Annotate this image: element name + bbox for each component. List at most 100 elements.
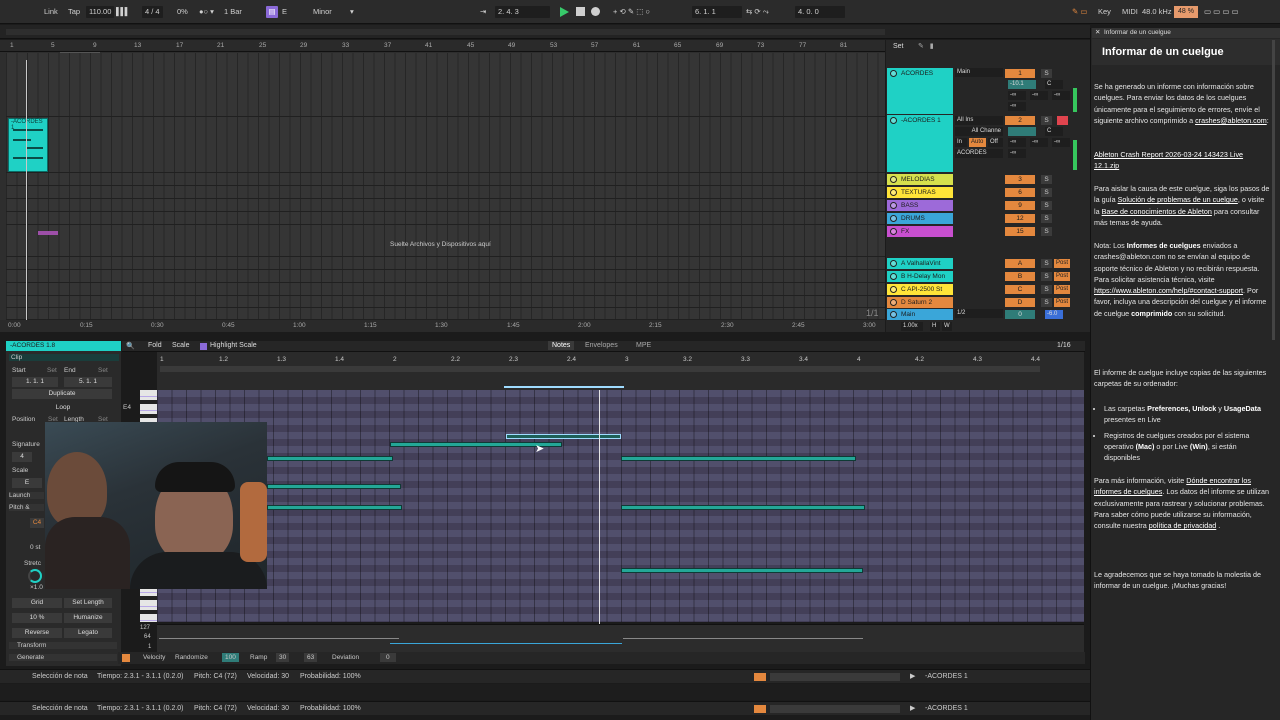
tab-envelopes[interactable]: Envelopes — [585, 342, 618, 349]
end-set[interactable]: Set — [98, 367, 108, 374]
launch-section[interactable]: Launch — [9, 492, 44, 499]
troubleshoot-link[interactable]: Solución de problemas de un cuelgue — [1118, 195, 1238, 204]
signature-field[interactable]: 4 — [12, 452, 32, 462]
track-number[interactable]: 1 — [1005, 69, 1035, 78]
metronome-icon[interactable]: ▌▌▌ — [116, 6, 130, 18]
crash-file-link[interactable]: Ableton Crash Report 2026-03-24 143423 L… — [1094, 149, 1270, 172]
midi-note[interactable] — [621, 568, 863, 573]
solo-button[interactable]: S — [1041, 285, 1052, 294]
tab-notes[interactable]: Notes — [548, 341, 575, 350]
arrangement-ruler[interactable]: 1 5 9 13 17 21 25 29 33 37 41 45 49 53 5… — [0, 40, 885, 52]
end-field[interactable]: 5. 1. 1 — [64, 377, 112, 387]
transpose-field[interactable]: 0 st — [30, 544, 40, 551]
track-header-acordes-1[interactable]: -ACORDES 1 — [887, 115, 953, 172]
scale-dropdown[interactable]: Minor — [313, 6, 332, 18]
volume-field[interactable] — [1008, 127, 1036, 136]
track-header-fx[interactable]: FX — [887, 226, 953, 237]
main-cue[interactable]: 0 — [1005, 310, 1035, 319]
fx-clip[interactable] — [38, 231, 58, 235]
privacy-link[interactable]: política de privacidad — [1149, 521, 1217, 530]
send-a[interactable]: -∞ — [1008, 91, 1026, 100]
track-letter[interactable]: C — [1005, 285, 1035, 294]
overview-strip[interactable] — [0, 25, 1090, 39]
main-output[interactable]: 1/2 — [955, 309, 1003, 318]
send-d[interactable]: -∞ — [1008, 102, 1026, 111]
loop-toggle[interactable]: Loop — [48, 403, 78, 413]
track-number[interactable]: 12 — [1005, 214, 1035, 223]
generate-section[interactable]: Generate — [9, 654, 117, 661]
track-header-melodias[interactable]: MELODIAS — [887, 174, 953, 185]
track-number[interactable]: 6 — [1005, 188, 1035, 197]
track-number[interactable]: 9 — [1005, 201, 1035, 210]
track-letter[interactable]: B — [1005, 272, 1035, 281]
deviation-field[interactable]: 0 — [380, 653, 396, 662]
midi-note[interactable] — [621, 505, 865, 510]
midi-note-selected[interactable] — [506, 434, 621, 439]
route-dropdown[interactable]: Main — [955, 68, 1003, 77]
editor-ruler[interactable]: 1 1.2 1.3 1.4 2 2.2 2.3 2.4 3 3.2 3.3 3.… — [157, 352, 1084, 390]
humanize-amount[interactable]: 10 % — [12, 613, 62, 623]
loop-icon[interactable]: ⇆ ⟳ ⤳ — [746, 6, 769, 18]
midi-note[interactable] — [621, 456, 856, 461]
overdub-icons[interactable]: + ⟲ ✎ ⬚ ○ — [613, 6, 650, 18]
solo-button[interactable]: S — [1041, 298, 1052, 307]
post-button[interactable]: Post — [1054, 259, 1070, 268]
tempo-field[interactable]: 110.00 — [86, 6, 115, 18]
velocity-lane[interactable] — [157, 624, 1084, 652]
arrangement-clip[interactable]: -ACORDES 1 — [8, 118, 48, 172]
solo-button[interactable]: S — [1041, 272, 1052, 281]
duplicate-button[interactable]: Duplicate — [12, 389, 112, 399]
tap-button[interactable]: Tap — [68, 6, 80, 18]
h-button[interactable]: H — [930, 322, 940, 331]
track-header-acordes[interactable]: ACORDES — [887, 68, 953, 114]
play-icon[interactable] — [560, 7, 569, 17]
track-header-drums[interactable]: DRUMS — [887, 213, 953, 224]
record-icon[interactable] — [591, 7, 600, 16]
midi-note[interactable] — [267, 456, 393, 461]
selection-range[interactable] — [504, 386, 624, 388]
post-button[interactable]: Post — [1054, 285, 1070, 294]
fold-button[interactable]: Fold — [148, 342, 162, 349]
chevron-right-icon[interactable]: ▶ — [910, 702, 915, 716]
scale-button[interactable]: Scale — [172, 342, 190, 349]
loop-start-field[interactable]: 6. 1. 1 — [692, 6, 742, 18]
track-lane-return-a[interactable] — [6, 257, 885, 270]
transform-section[interactable]: Transform — [9, 642, 117, 649]
solo-button[interactable]: S — [1041, 259, 1052, 268]
stop-icon[interactable] — [576, 7, 585, 16]
scale-field[interactable]: E — [12, 478, 42, 488]
ramp-start[interactable]: 30 — [276, 653, 290, 662]
track-lane-melodias[interactable] — [6, 173, 885, 186]
clip-overview[interactable] — [770, 705, 900, 713]
midi-map-button[interactable]: MIDI — [1122, 6, 1138, 18]
track-header-bass[interactable]: BASS — [887, 200, 953, 211]
track-letter[interactable]: D — [1005, 298, 1035, 307]
scale-mode-icon[interactable]: ▤ — [266, 6, 278, 18]
midi-note[interactable] — [267, 484, 401, 489]
randomize-button[interactable]: Randomize — [175, 654, 208, 661]
monitor-auto[interactable]: Auto — [969, 138, 986, 147]
master-zoom[interactable]: 1.00x — [901, 322, 923, 331]
start-field[interactable]: 1. 1. 1 — [12, 377, 58, 387]
solo-button[interactable]: S — [1041, 227, 1052, 236]
solo-button[interactable]: S — [1041, 116, 1052, 125]
midi-note[interactable] — [267, 505, 402, 510]
send-c[interactable]: -∞ — [1052, 138, 1070, 147]
mixer-header-icons[interactable]: ✎ ▮ — [918, 42, 934, 50]
track-lane-acordes-1[interactable] — [6, 117, 885, 173]
email-link[interactable]: crashes@ableton.com — [1195, 116, 1267, 125]
track-number[interactable]: 3 — [1005, 175, 1035, 184]
legato-button[interactable]: Legato — [64, 628, 112, 638]
key-dropdown[interactable]: E — [282, 6, 287, 18]
monitor-in[interactable]: In — [955, 138, 967, 147]
track-number[interactable]: 2 — [1005, 116, 1035, 125]
clip-title-bar[interactable]: -ACORDES 1.8 — [6, 341, 121, 351]
pan-field[interactable]: C — [1045, 127, 1063, 136]
key-map-button[interactable]: Key — [1098, 6, 1111, 18]
set-length-button[interactable]: Set Length — [64, 598, 112, 608]
pitch-field[interactable]: C4 — [30, 518, 44, 528]
support-link[interactable]: https://www.ableton.com/help/#contact-su… — [1094, 286, 1243, 295]
pencil-icon[interactable]: ✎ ▭ — [1072, 6, 1087, 18]
reverse-button[interactable]: Reverse — [12, 628, 62, 638]
tab-mpe[interactable]: MPE — [636, 342, 651, 349]
